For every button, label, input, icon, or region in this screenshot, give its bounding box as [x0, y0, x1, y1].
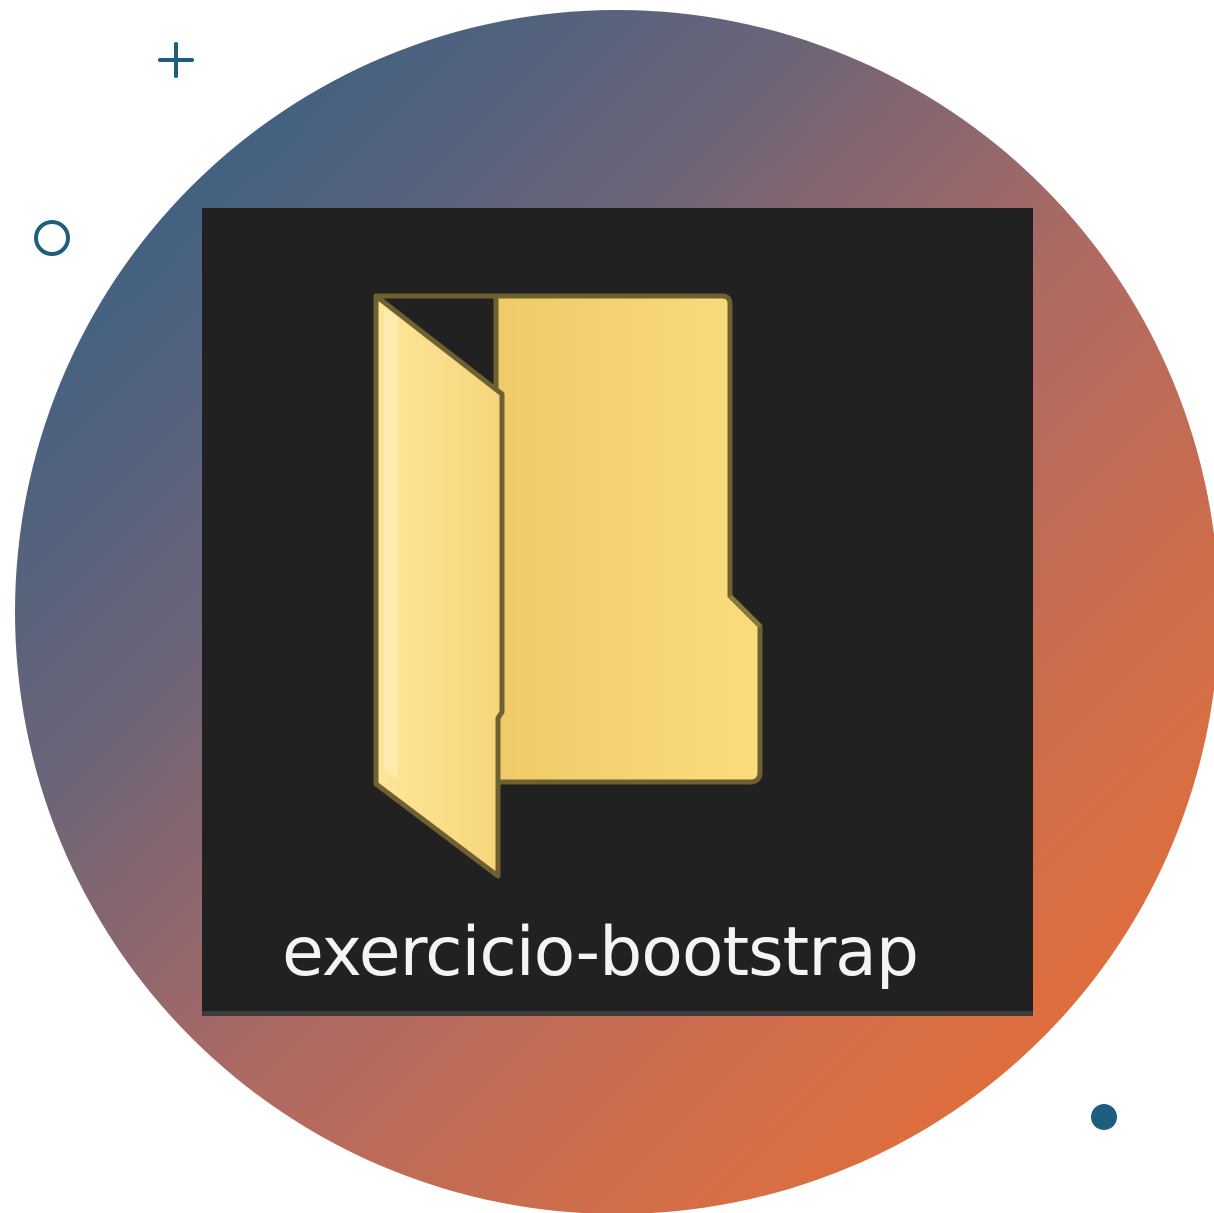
desktop-folder-item[interactable]: exercicio-bootstrap — [202, 208, 1033, 1016]
plus-icon — [156, 40, 196, 80]
folder-name-label[interactable]: exercicio-bootstrap — [202, 913, 998, 993]
dot-icon — [1091, 1104, 1117, 1130]
screenshot-canvas: exercicio-bootstrap — [0, 0, 1214, 1213]
ring-icon — [34, 220, 70, 256]
folder-icon — [373, 293, 763, 879]
